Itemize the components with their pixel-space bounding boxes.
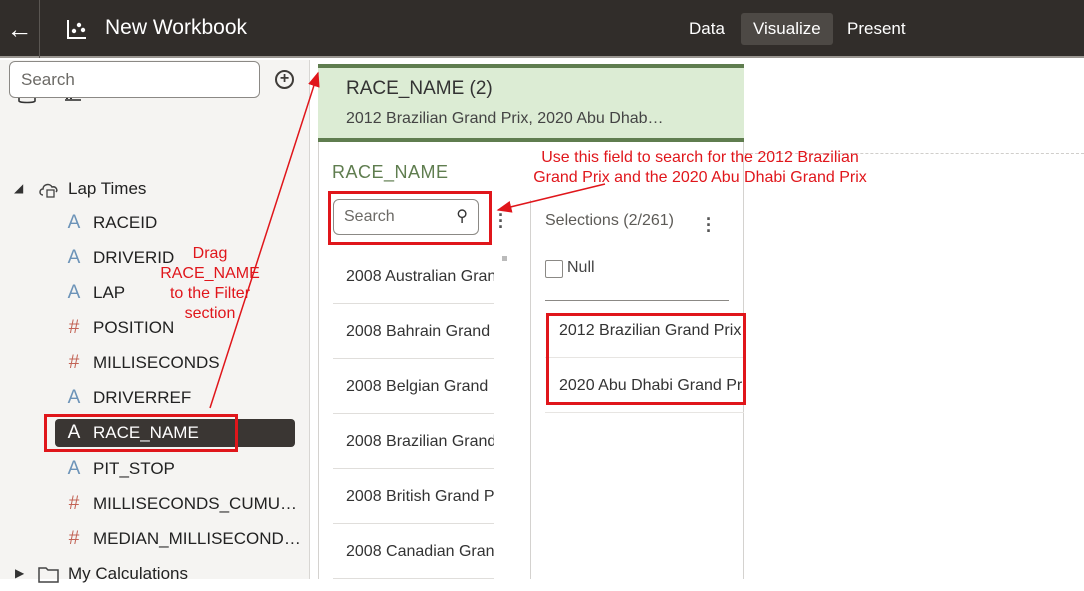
field-row[interactable]: A PIT_STOP xyxy=(0,451,300,486)
workbook-icon xyxy=(67,20,86,39)
back-arrow-icon[interactable]: ← xyxy=(0,0,40,58)
list-item[interactable]: 2008 Bahrain Grand Prix xyxy=(333,304,494,359)
attribute-type-icon: A xyxy=(67,212,81,233)
expand-triangle-icon[interactable]: ▶ xyxy=(15,556,24,591)
attribute-type-icon: A xyxy=(67,458,81,479)
highlight-race-name-field xyxy=(44,414,238,452)
attribute-type-icon: A xyxy=(67,282,81,303)
field-label: MILLISECONDS xyxy=(93,353,220,372)
cloud-dataset-icon xyxy=(39,183,58,198)
field-label: LAP xyxy=(93,283,126,302)
data-search-input[interactable]: Search xyxy=(9,61,260,98)
collapse-triangle-icon[interactable]: ◢ xyxy=(14,171,23,206)
list-item[interactable]: 2008 Brazilian Grand Prix xyxy=(333,414,494,469)
field-row[interactable]: A RACEID xyxy=(0,205,300,240)
workbook-title: New Workbook xyxy=(105,16,247,39)
selections-menu-icon[interactable]: · · · xyxy=(706,210,712,240)
filter-chip-title: RACE_NAME (2) xyxy=(346,78,493,99)
highlight-selections xyxy=(546,313,746,405)
tab-visualize[interactable]: Visualize xyxy=(741,13,833,45)
filter-panel-title: RACE_NAME xyxy=(332,162,449,182)
list-item[interactable]: 2008 Canadian Grand Prix xyxy=(333,524,494,579)
folder-label: My Calculations xyxy=(68,564,188,583)
null-checkbox[interactable] xyxy=(545,260,563,278)
list-menu-icon[interactable]: · · · xyxy=(498,206,504,236)
field-row[interactable]: # MILLISECONDS_CUMU… xyxy=(0,486,300,521)
top-bar: ← New Workbook Data Visualize Present xyxy=(0,0,1084,58)
list-item[interactable]: 2008 Belgian Grand Prix xyxy=(333,359,494,414)
field-label: RACEID xyxy=(93,213,158,232)
dataset-node[interactable]: ◢ Lap Times xyxy=(0,171,300,206)
field-row[interactable]: # MILLISECONDS xyxy=(0,345,300,380)
field-row[interactable]: # MEDIAN_MILLISECOND… xyxy=(0,521,301,556)
field-label: DRIVERREF xyxy=(93,388,192,407)
measure-type-icon: # xyxy=(68,317,80,338)
drag-annotation: Drag RACE_NAME to the Filter section xyxy=(160,245,260,322)
search-annotation: Use this field to search for the 2012 Br… xyxy=(533,149,867,186)
list-item[interactable]: 2008 Australian Grand Prix xyxy=(333,249,494,304)
add-icon[interactable]: + xyxy=(275,70,294,89)
list-item[interactable]: 2008 British Grand Prix xyxy=(333,469,494,524)
field-label: PIT_STOP xyxy=(93,459,175,478)
tab-present[interactable]: Present xyxy=(835,13,918,45)
filter-chip-values: 2012 Brazilian Grand Prix, 2020 Abu Dhab… xyxy=(346,110,664,127)
highlight-search-field xyxy=(328,191,492,245)
field-label: MILLISECONDS_CUMU… xyxy=(93,494,298,513)
selections-divider xyxy=(545,300,729,301)
field-label: MEDIAN_MILLISECOND… xyxy=(93,529,301,548)
measure-type-icon: # xyxy=(68,528,80,549)
measure-type-icon: # xyxy=(68,493,80,514)
field-row[interactable]: A DRIVERREF xyxy=(0,380,300,415)
attribute-type-icon: A xyxy=(67,387,81,408)
dataset-name: Lap Times xyxy=(68,179,147,198)
attribute-type-icon: A xyxy=(67,247,81,268)
null-label: Null xyxy=(567,259,595,276)
folder-node[interactable]: ▶ My Calculations xyxy=(0,556,300,591)
scroll-handle[interactable] xyxy=(502,256,507,261)
measure-type-icon: # xyxy=(68,352,80,373)
tab-data[interactable]: Data xyxy=(677,13,737,45)
filter-chip[interactable]: RACE_NAME (2) 2012 Brazilian Grand Prix,… xyxy=(318,64,744,142)
folder-icon xyxy=(38,567,59,583)
selections-title: Selections (2/261) xyxy=(545,212,674,229)
